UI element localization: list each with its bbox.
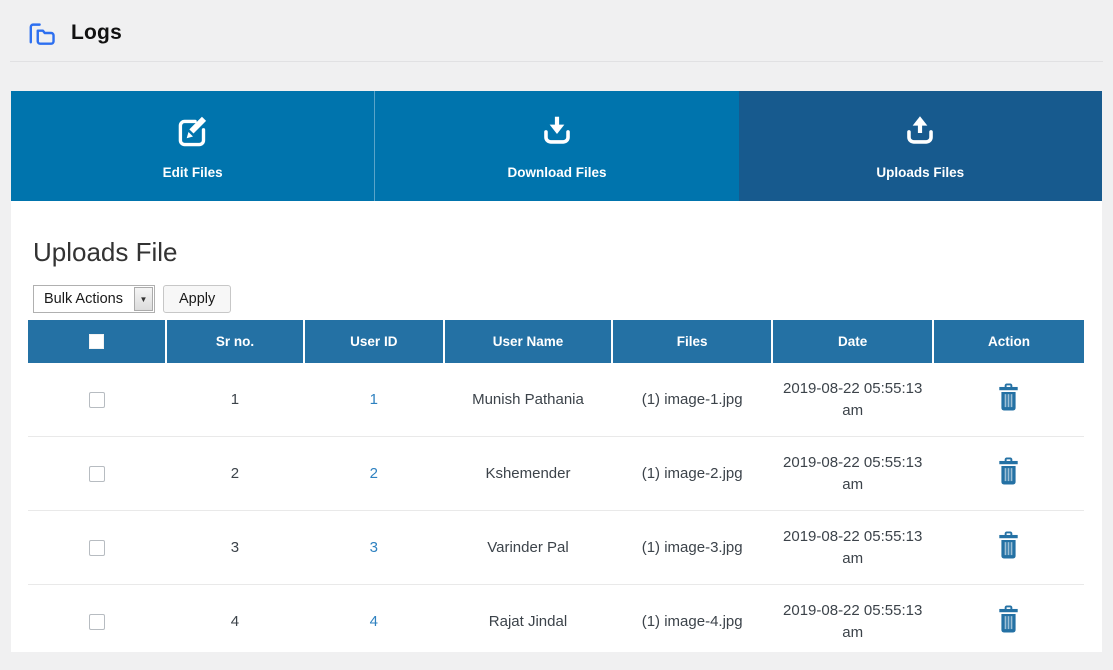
user-id-cell: 3 — [304, 511, 444, 585]
page-header: Logs — [10, 0, 1103, 62]
user-id-cell: 2 — [304, 437, 444, 511]
action-cell — [933, 437, 1084, 511]
chevron-down-icon: ▼ — [134, 287, 153, 311]
files-cell: (1) image-1.jpg — [612, 363, 773, 437]
date-text: 2019-08-22 05:55:13 am — [782, 526, 924, 570]
trash-icon — [997, 457, 1020, 486]
delete-button[interactable] — [997, 383, 1020, 412]
date-text: 2019-08-22 05:55:13 am — [782, 452, 924, 496]
user-id-link[interactable]: 3 — [370, 539, 378, 556]
date-cell: 2019-08-22 05:55:13 am — [772, 363, 933, 437]
bulk-actions-row: Bulk Actions ▼ Apply — [33, 285, 1102, 313]
files-cell: (1) image-2.jpg — [612, 437, 773, 511]
tab-bar: Edit Files Download Files Uploads Files — [11, 91, 1102, 201]
table-row: 4 4 Rajat Jindal (1) image-4.jpg 2019-08… — [28, 585, 1084, 659]
tab-edit-files[interactable]: Edit Files — [11, 91, 374, 201]
section-heading: Uploads File — [11, 201, 1102, 268]
table-header-row: Sr no. User ID User Name Files Date Acti… — [28, 320, 1084, 363]
select-all-header — [28, 320, 166, 363]
select-all-checkbox[interactable] — [89, 334, 104, 349]
folder-icon — [26, 20, 56, 46]
row-checkbox[interactable] — [89, 614, 105, 630]
row-checkbox[interactable] — [89, 392, 105, 408]
delete-button[interactable] — [997, 531, 1020, 560]
content-panel: Uploads File Bulk Actions ▼ Apply Sr no.… — [11, 201, 1102, 652]
uploads-table: Sr no. User ID User Name Files Date Acti… — [28, 320, 1084, 658]
tab-label: Download Files — [507, 165, 606, 180]
row-select-cell — [28, 511, 166, 585]
action-cell — [933, 511, 1084, 585]
date-cell: 2019-08-22 05:55:13 am — [772, 511, 933, 585]
row-select-cell — [28, 437, 166, 511]
table-row: 1 1 Munish Pathania (1) image-1.jpg 2019… — [28, 363, 1084, 437]
table-row: 3 3 Varinder Pal (1) image-3.jpg 2019-08… — [28, 511, 1084, 585]
user-id-link[interactable]: 4 — [370, 613, 378, 630]
bulk-actions-selected: Bulk Actions — [34, 286, 133, 312]
row-checkbox[interactable] — [89, 466, 105, 482]
trash-icon — [997, 383, 1020, 412]
date-cell: 2019-08-22 05:55:13 am — [772, 585, 933, 659]
sr-no-cell: 1 — [166, 363, 303, 437]
download-files-icon — [536, 112, 578, 154]
column-header-date: Date — [772, 320, 933, 363]
row-select-cell — [28, 585, 166, 659]
column-header-sr-no: Sr no. — [166, 320, 303, 363]
tab-download-files[interactable]: Download Files — [374, 91, 738, 201]
table-body: 1 1 Munish Pathania (1) image-1.jpg 2019… — [28, 363, 1084, 658]
column-header-files: Files — [612, 320, 773, 363]
sr-no-cell: 4 — [166, 585, 303, 659]
delete-button[interactable] — [997, 605, 1020, 634]
user-name-cell: Munish Pathania — [444, 363, 612, 437]
user-name-cell: Varinder Pal — [444, 511, 612, 585]
date-cell: 2019-08-22 05:55:13 am — [772, 437, 933, 511]
tab-label: Uploads Files — [876, 165, 964, 180]
user-id-link[interactable]: 2 — [370, 465, 378, 482]
column-header-user-id: User ID — [304, 320, 444, 363]
sr-no-cell: 3 — [166, 511, 303, 585]
row-checkbox[interactable] — [89, 540, 105, 556]
table-row: 2 2 Kshemender (1) image-2.jpg 2019-08-2… — [28, 437, 1084, 511]
tab-label: Edit Files — [163, 165, 223, 180]
edit-files-icon — [172, 112, 214, 154]
delete-button[interactable] — [997, 457, 1020, 486]
files-cell: (1) image-3.jpg — [612, 511, 773, 585]
tab-uploads-files[interactable]: Uploads Files — [739, 91, 1102, 201]
bulk-actions-select[interactable]: Bulk Actions ▼ — [33, 285, 155, 313]
user-id-cell: 1 — [304, 363, 444, 437]
user-name-cell: Kshemender — [444, 437, 612, 511]
user-id-link[interactable]: 1 — [370, 391, 378, 408]
action-cell — [933, 363, 1084, 437]
column-header-action: Action — [933, 320, 1084, 363]
date-text: 2019-08-22 05:55:13 am — [782, 378, 924, 422]
uploads-files-icon — [899, 112, 941, 154]
user-id-cell: 4 — [304, 585, 444, 659]
files-cell: (1) image-4.jpg — [612, 585, 773, 659]
trash-icon — [997, 531, 1020, 560]
trash-icon — [997, 605, 1020, 634]
action-cell — [933, 585, 1084, 659]
date-text: 2019-08-22 05:55:13 am — [782, 600, 924, 644]
column-header-user-name: User Name — [444, 320, 612, 363]
page-title: Logs — [71, 21, 122, 45]
sr-no-cell: 2 — [166, 437, 303, 511]
user-name-cell: Rajat Jindal — [444, 585, 612, 659]
row-select-cell — [28, 363, 166, 437]
apply-button[interactable]: Apply — [163, 285, 231, 313]
